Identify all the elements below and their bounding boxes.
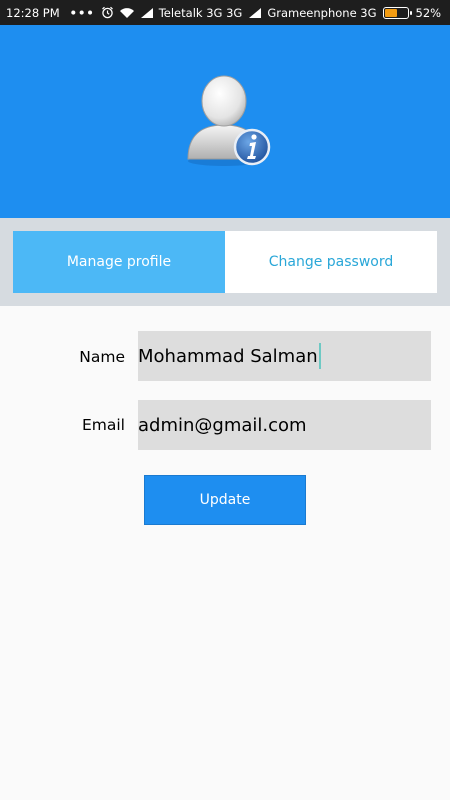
wifi-icon (119, 7, 135, 19)
email-field[interactable]: admin@gmail.com (138, 400, 431, 450)
carrier-1: Teletalk 3G 3G (158, 5, 243, 20)
text-cursor (318, 343, 321, 369)
email-value: admin@gmail.com (138, 414, 307, 436)
email-label: Email (81, 416, 125, 434)
tab-change-password[interactable]: Change password (225, 231, 437, 293)
profile-header (0, 25, 450, 218)
status-bar: 12:28 PM ••• Teletalk 3G 3G Grameenphone… (0, 0, 450, 25)
notification-dots: ••• (69, 5, 95, 20)
name-label: Name (79, 348, 125, 366)
status-time: 12:28 PM (6, 5, 60, 20)
carrier-2: Grameenphone 3G (267, 5, 377, 20)
update-button[interactable]: Update (144, 475, 306, 525)
battery-percent: 52% (415, 5, 442, 20)
signal-icon (140, 7, 154, 19)
battery-icon (382, 6, 412, 19)
battery-level (384, 8, 397, 17)
name-field[interactable]: Mohammad Salman (138, 331, 431, 381)
profile-tabs: Manage profile Change password (0, 218, 450, 306)
name-value: Mohammad Salman (138, 345, 318, 367)
signal-icon (248, 7, 262, 19)
tab-manage-profile[interactable]: Manage profile (13, 231, 225, 293)
user-info-icon (184, 73, 272, 169)
alarm-icon (101, 6, 114, 19)
